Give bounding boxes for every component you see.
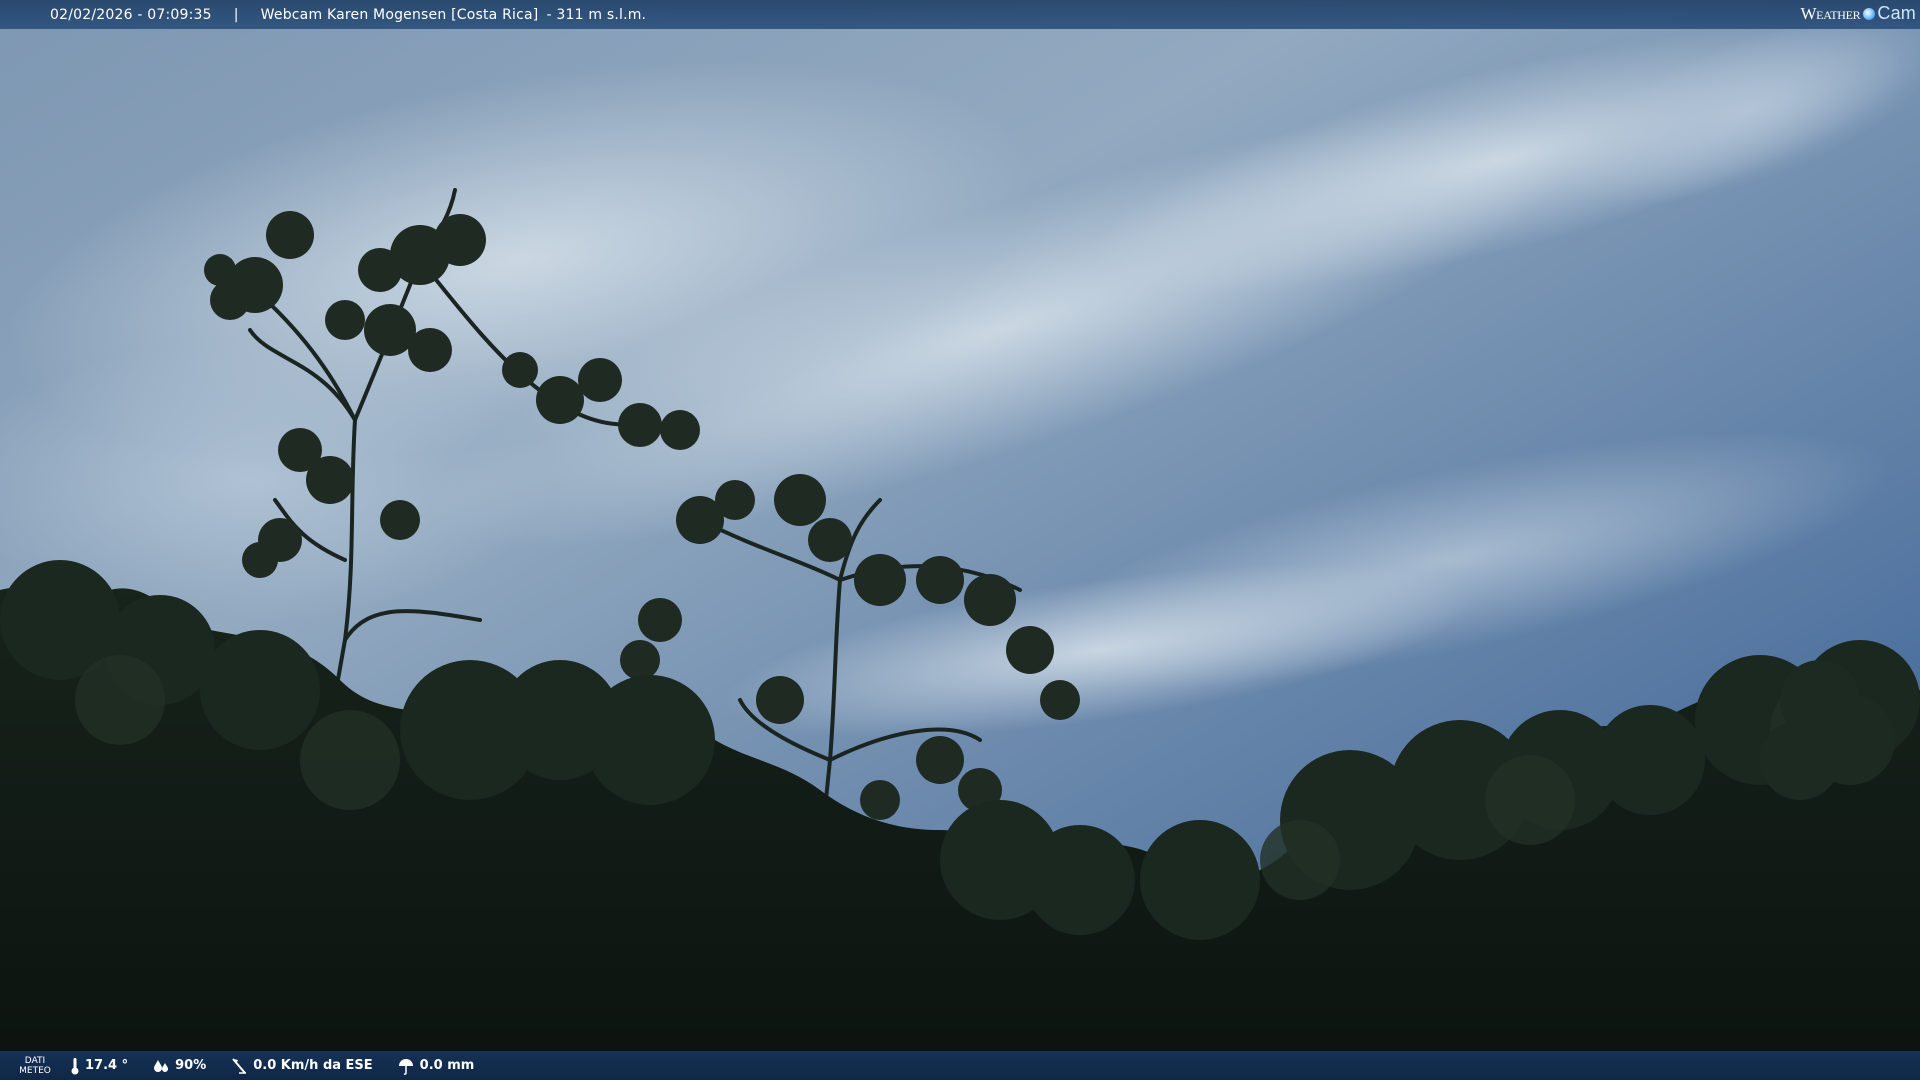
- weather-globe-icon: [1863, 7, 1876, 20]
- humidity-drops-icon: [154, 1059, 169, 1072]
- wind-value: 0.0 Km/h da ESE: [253, 1058, 373, 1073]
- top-info-bar: 02/02/2026 - 07:09:35 | Webcam Karen Mog…: [0, 0, 1920, 29]
- wind-stat: 0.0 Km/h da ESE: [230, 1057, 373, 1075]
- dati-meteo-label: DATI METEO: [0, 1056, 70, 1076]
- weathercam-logo[interactable]: Weather Cam: [1800, 3, 1916, 24]
- webcam-title: Webcam Karen Mogensen [Costa Rica]: [260, 6, 539, 23]
- separator: |: [233, 6, 239, 23]
- logo-word: Weather: [1800, 3, 1861, 23]
- rain-gauge-icon: [398, 1058, 413, 1075]
- wind-vane-icon: [232, 1057, 247, 1074]
- timestamp: 02/02/2026 - 07:09:35: [50, 6, 212, 23]
- humidity-value: 90%: [175, 1058, 207, 1073]
- webcam-frame: 02/02/2026 - 07:09:35 | Webcam Karen Mog…: [0, 0, 1920, 1080]
- weather-data-bar: DATI METEO 17.4 ° 90% 0.0 Km/h da ESE 0.…: [0, 1051, 1920, 1080]
- webcam-image: [0, 0, 1920, 1080]
- dati-line1: DATI: [24, 1055, 46, 1066]
- temperature-stat: 17.4 °: [70, 1057, 128, 1075]
- temperature-value: 17.4 °: [85, 1058, 129, 1073]
- thermometer-icon: [71, 1057, 79, 1074]
- humidity-stat: 90%: [152, 1058, 206, 1074]
- logo-cam: Cam: [1877, 3, 1916, 23]
- rain-value: 0.0 mm: [419, 1058, 475, 1073]
- altitude: - 311 m s.l.m.: [546, 6, 647, 23]
- dati-line2: METEO: [19, 1065, 51, 1076]
- rain-stat: 0.0 mm: [397, 1057, 475, 1075]
